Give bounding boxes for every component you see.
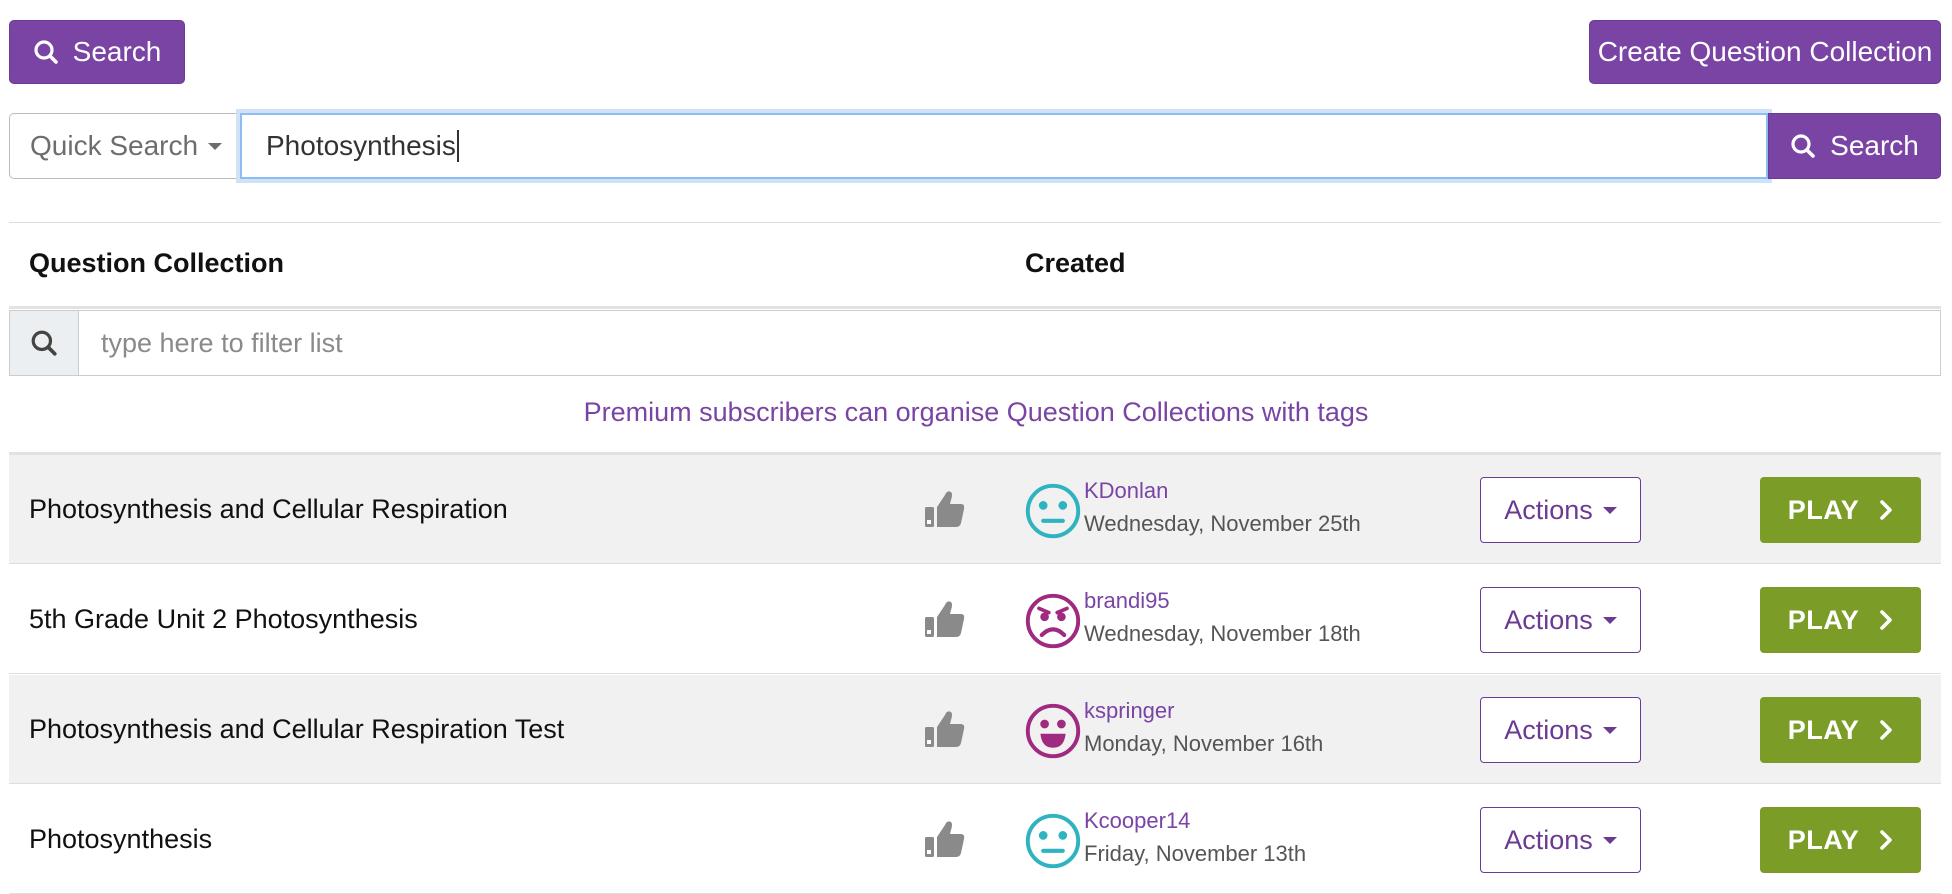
quick-search-label: Quick Search (30, 130, 199, 161)
search-submit-button[interactable]: Search (1768, 113, 1941, 179)
filter-bar: type here to filter list (9, 310, 1941, 376)
caret-down-icon (1602, 726, 1617, 734)
created-date: Monday, November 16th (1084, 731, 1324, 756)
actions-dropdown-button[interactable]: Actions (1480, 477, 1641, 543)
caret-down-icon (1602, 836, 1617, 844)
caret-down-icon (208, 142, 223, 150)
chevron-right-icon (1880, 720, 1893, 740)
divider (9, 222, 1941, 223)
divider (9, 306, 1941, 309)
actions-label: Actions (1504, 604, 1593, 635)
actions-dropdown-button[interactable]: Actions (1480, 697, 1641, 763)
table-row: Photosynthesis and Cellular Respiration … (9, 675, 1941, 784)
play-label: PLAY (1787, 494, 1860, 525)
author-username[interactable]: kspringer (1084, 698, 1174, 724)
table-row: 5th Grade Unit 2 Photosynthesis brandi95… (9, 565, 1941, 674)
filter-placeholder: type here to filter list (101, 327, 343, 358)
actions-label: Actions (1504, 714, 1593, 745)
play-label: PLAY (1787, 604, 1860, 635)
thumbs-up-icon[interactable] (923, 817, 967, 861)
thumbs-up-icon[interactable] (923, 487, 967, 531)
actions-dropdown-button[interactable]: Actions (1480, 587, 1641, 653)
create-label: Create Question Collection (1597, 36, 1933, 67)
created-date: Friday, November 13th (1084, 841, 1307, 866)
thumbs-up-icon[interactable] (923, 597, 967, 641)
collection-title[interactable]: 5th Grade Unit 2 Photosynthesis (29, 565, 418, 673)
author-username[interactable]: brandi95 (1084, 588, 1170, 614)
play-label: PLAY (1787, 824, 1860, 855)
quick-search-dropdown[interactable]: Quick Search (9, 113, 240, 179)
text-cursor (456, 130, 459, 162)
top-search-label: Search (72, 36, 162, 67)
created-date: Wednesday, November 18th (1084, 621, 1361, 646)
search-query-text: Photosynthesis (266, 130, 456, 161)
search-submit-label: Search (1830, 130, 1919, 161)
filter-icon-box (10, 311, 79, 375)
filter-input[interactable]: type here to filter list (79, 311, 1940, 375)
actions-dropdown-button[interactable]: Actions (1480, 807, 1641, 873)
neutral-face-icon (1025, 483, 1081, 539)
column-header-created[interactable]: Created (1025, 248, 1126, 279)
caret-down-icon (1602, 616, 1617, 624)
play-button[interactable]: PLAY (1760, 587, 1921, 653)
play-label: PLAY (1787, 714, 1860, 745)
top-search-button[interactable]: Search (9, 20, 185, 84)
search-icon (1791, 134, 1815, 158)
actions-label: Actions (1504, 824, 1593, 855)
search-input[interactable]: Photosynthesis (240, 113, 1768, 179)
search-icon (31, 330, 57, 356)
table-row: Photosynthesis Kcooper14 Friday, Novembe… (9, 785, 1941, 894)
play-button[interactable]: PLAY (1760, 477, 1921, 543)
premium-tags-link[interactable]: Premium subscribers can organise Questio… (0, 397, 1952, 428)
search-icon (34, 40, 58, 64)
create-question-collection-button[interactable]: Create Question Collection (1589, 20, 1941, 84)
thumbs-up-icon[interactable] (923, 707, 967, 751)
collection-title[interactable]: Photosynthesis and Cellular Respiration … (29, 675, 564, 783)
column-header-collection[interactable]: Question Collection (29, 248, 284, 279)
chevron-right-icon (1880, 610, 1893, 630)
neutral-face-icon (1025, 813, 1081, 869)
chevron-right-icon (1880, 500, 1893, 520)
table-row: Photosynthesis and Cellular Respiration … (9, 455, 1941, 564)
chevron-right-icon (1880, 830, 1893, 850)
caret-down-icon (1602, 506, 1617, 514)
collection-title[interactable]: Photosynthesis (29, 785, 212, 893)
grinning-face-icon (1025, 703, 1081, 759)
actions-label: Actions (1504, 494, 1593, 525)
collection-title[interactable]: Photosynthesis and Cellular Respiration (29, 455, 508, 563)
created-date: Wednesday, November 25th (1084, 511, 1361, 536)
angry-face-icon (1025, 593, 1081, 649)
author-username[interactable]: Kcooper14 (1084, 808, 1190, 834)
play-button[interactable]: PLAY (1760, 807, 1921, 873)
author-username[interactable]: KDonlan (1084, 478, 1168, 504)
play-button[interactable]: PLAY (1760, 697, 1921, 763)
